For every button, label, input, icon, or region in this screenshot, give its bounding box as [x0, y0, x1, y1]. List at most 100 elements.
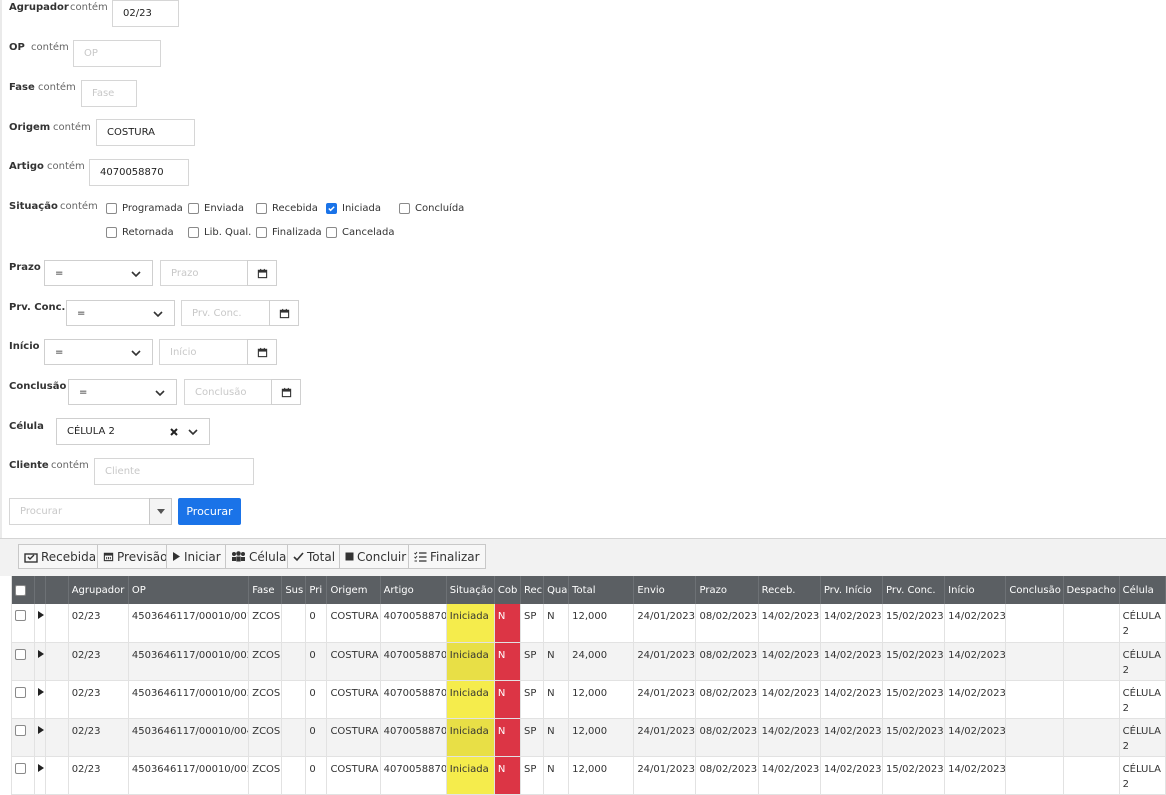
prazo-calendar-button[interactable] — [247, 260, 277, 286]
row-checkbox-cell — [11, 718, 35, 757]
expand-caret-icon[interactable] — [37, 763, 44, 772]
table-cell: 15/02/2023 — [882, 604, 946, 643]
expand-caret-icon[interactable] — [37, 687, 44, 696]
expand-caret-icon[interactable] — [37, 611, 44, 619]
column-header[interactable]: Total — [568, 576, 635, 604]
column-header[interactable]: Prv. Início — [820, 576, 884, 604]
recebida-button-label: Recebida — [41, 549, 97, 564]
column-header[interactable]: Célula — [1119, 576, 1166, 604]
column-header[interactable]: Artigo — [380, 576, 447, 604]
table-cell — [1063, 680, 1120, 719]
prazo-operator-select[interactable]: = — [44, 260, 153, 286]
table-cell: 02/23 — [68, 718, 129, 757]
celula-label: Célula — [9, 421, 44, 432]
conclusao-calendar-button[interactable] — [271, 379, 301, 405]
table-cell: CÉLULA 2 — [1119, 642, 1166, 681]
column-header[interactable]: Envio — [633, 576, 697, 604]
checkbox-retornada[interactable] — [106, 227, 117, 238]
row-checkbox[interactable] — [14, 648, 26, 660]
table-cell: 14/02/2023 — [758, 756, 821, 795]
previsao-button[interactable]: Previsão — [97, 544, 174, 569]
artigo-input[interactable]: 4070058870 — [89, 159, 189, 186]
search-input[interactable]: Procurar — [9, 498, 150, 525]
column-header[interactable]: Fase — [248, 576, 283, 604]
column-header[interactable]: Prazo — [695, 576, 759, 604]
total-button[interactable]: Total — [287, 544, 342, 569]
table-cell — [1005, 718, 1064, 757]
prv-conc-operator-select[interactable]: = — [66, 300, 175, 326]
table-cell — [1005, 604, 1064, 643]
conclusao-date-input[interactable]: Conclusão — [184, 379, 273, 405]
column-header[interactable]: Prv. Conc. — [882, 576, 946, 604]
cliente-input[interactable]: Cliente — [94, 458, 254, 485]
header-spacer — [45, 576, 69, 604]
inicio-date-input[interactable]: Início — [159, 339, 248, 365]
celula-select[interactable]: CÉLULA 2 — [56, 418, 210, 445]
table-row[interactable]: 02/23 4503646117/00010/002 ZCOS 0 COSTURA 407… — [0, 642, 1166, 681]
origem-label: Origem — [9, 122, 51, 133]
checkbox-lib-qual[interactable] — [188, 227, 199, 238]
column-header[interactable]: Conclusão — [1005, 576, 1064, 604]
column-header[interactable]: Situação — [446, 576, 495, 604]
prv-conc-calendar-button[interactable] — [269, 300, 299, 326]
column-header[interactable]: Sus — [281, 576, 307, 604]
checkbox-label-recebida: Recebida — [272, 203, 318, 214]
checkbox-finalizada[interactable] — [256, 227, 267, 238]
column-header[interactable]: Pri — [305, 576, 328, 604]
checkbox-recebida[interactable] — [256, 203, 267, 214]
select-all-checkbox[interactable] — [14, 585, 26, 596]
concluir-button[interactable]: Concluir — [339, 544, 413, 569]
column-header[interactable]: Cob — [494, 576, 522, 604]
expand-caret-icon[interactable] — [37, 725, 44, 734]
agrupador-input[interactable]: 02/23 — [112, 0, 179, 27]
row-checkbox[interactable] — [14, 762, 26, 774]
column-header[interactable]: Qua — [543, 576, 570, 604]
table-row[interactable]: 02/23 4503646117/00010/003 ZCOS 0 COSTURA 407… — [0, 680, 1166, 719]
row-checkbox[interactable] — [14, 724, 26, 736]
origem-input[interactable]: COSTURA — [96, 119, 195, 146]
table-cell: 4503646117/00010/001 — [128, 604, 250, 643]
header-select-all — [11, 576, 35, 604]
iniciar-button[interactable]: Iniciar — [166, 544, 227, 569]
recebida-button[interactable]: Recebida — [18, 544, 103, 569]
table-cell: 15/02/2023 — [882, 718, 946, 757]
inicio-calendar-button[interactable] — [247, 339, 277, 365]
fase-input[interactable]: Fase — [81, 80, 137, 107]
finalizar-button-label: Finalizar — [430, 549, 480, 564]
table-cell: 14/02/2023 — [758, 604, 821, 643]
celula-button[interactable]: Célula — [225, 544, 293, 569]
clear-icon[interactable] — [169, 427, 179, 437]
column-header[interactable]: Origem — [326, 576, 381, 604]
column-header[interactable]: Agrupador — [68, 576, 129, 604]
row-checkbox[interactable] — [14, 610, 26, 621]
table-cell: 15/02/2023 — [882, 642, 946, 681]
prazo-date-input[interactable]: Prazo — [160, 260, 248, 286]
table-cell — [1063, 718, 1120, 757]
checkbox-cancelada[interactable] — [326, 227, 337, 238]
table-cell: ZCOS — [248, 642, 283, 681]
column-header[interactable]: OP — [128, 576, 250, 604]
procurar-button[interactable]: Procurar — [178, 498, 241, 525]
conclusao-operator-select[interactable]: = — [68, 379, 177, 405]
column-header[interactable]: Receb. — [758, 576, 821, 604]
search-dropdown-button[interactable] — [149, 498, 172, 525]
row-checkbox-cell — [11, 756, 35, 795]
prv-conc-date-input[interactable]: Prv. Conc. — [181, 300, 271, 326]
column-header[interactable]: Início — [944, 576, 1007, 604]
checkbox-programada[interactable] — [106, 203, 117, 214]
inicio-operator-select[interactable]: = — [44, 339, 153, 365]
op-input[interactable]: OP — [73, 40, 161, 67]
column-header[interactable]: Rec — [520, 576, 545, 604]
checkbox-enviada[interactable] — [188, 203, 199, 214]
celula-selected-value: CÉLULA 2 — [67, 426, 115, 437]
checkbox-concluida[interactable] — [399, 203, 410, 214]
table-row[interactable]: 02/23 4503646117/00010/004 ZCOS 0 COSTURA 407… — [0, 718, 1166, 757]
column-header[interactable]: Despacho — [1063, 576, 1120, 604]
expand-caret-icon[interactable] — [37, 649, 44, 658]
calendar-icon — [279, 308, 289, 318]
checkbox-iniciada[interactable] — [326, 203, 337, 214]
table-row[interactable]: 02/23 4503646117/00010/001 ZCOS 0 COSTURA 407… — [0, 604, 1166, 643]
table-row[interactable]: 02/23 4503646117/00010/005 ZCOS 0 COSTURA 407… — [0, 756, 1166, 795]
finalizar-button[interactable]: Finalizar — [408, 544, 486, 569]
row-checkbox[interactable] — [14, 686, 26, 698]
